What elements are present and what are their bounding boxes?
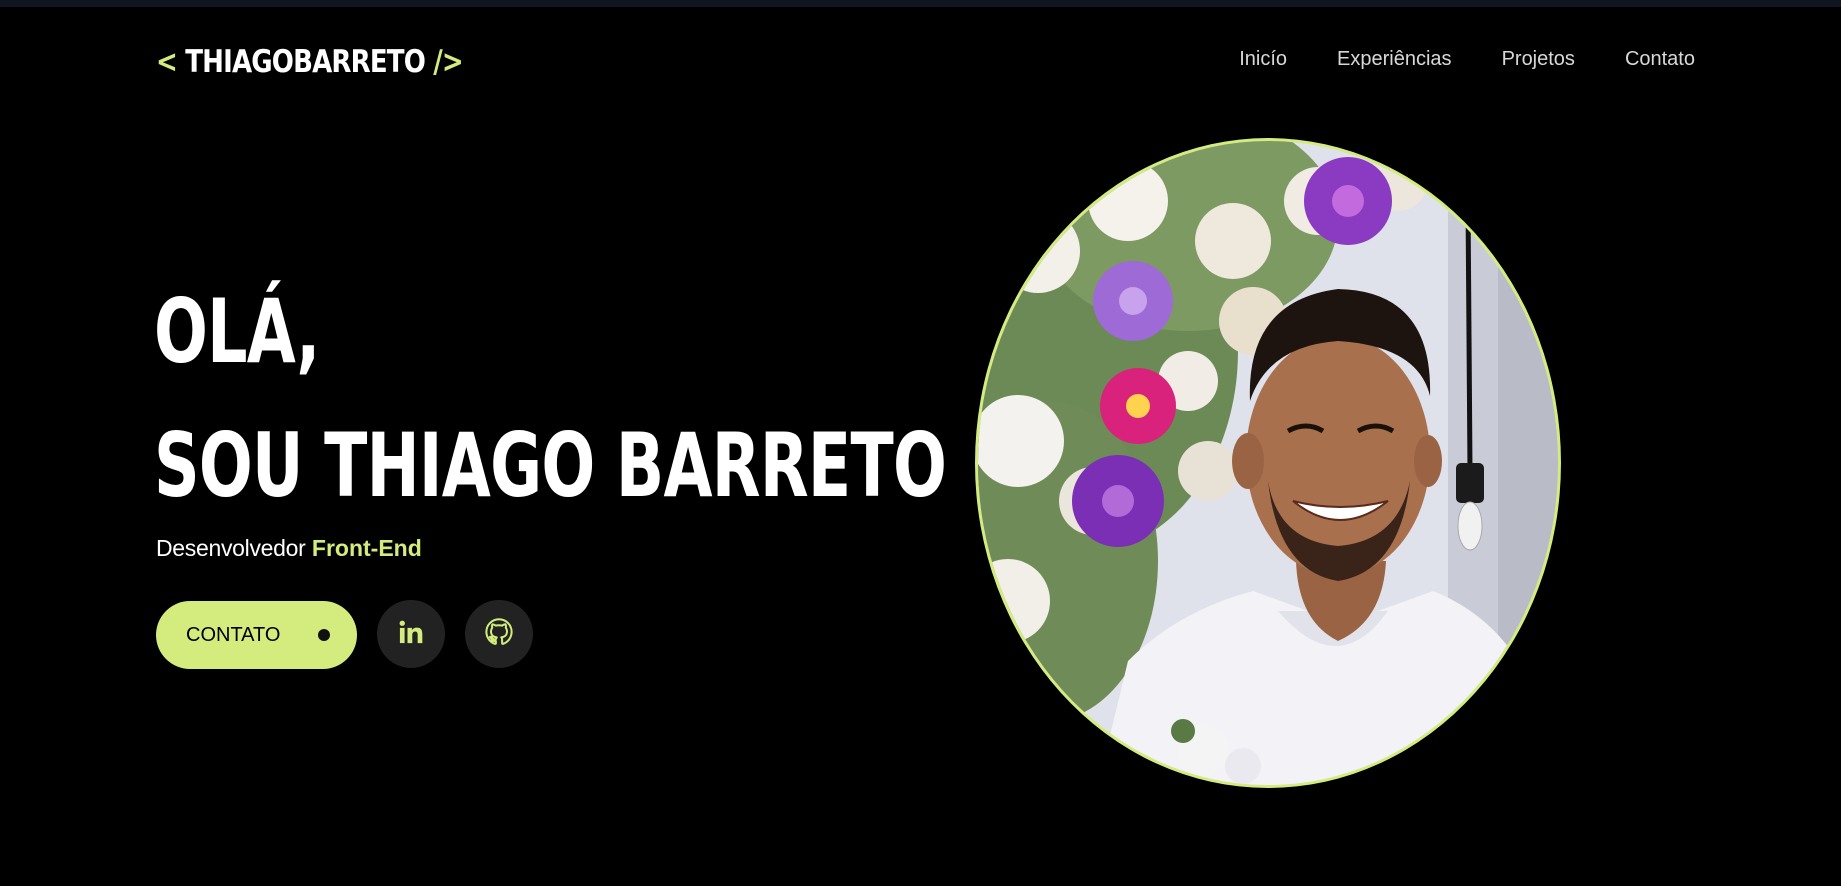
linkedin-icon [397,618,425,651]
logo-close-tag: /> [424,44,464,80]
nav-item-experiencias[interactable]: Experiências [1337,48,1452,71]
nav-item-projetos[interactable]: Projetos [1502,48,1575,71]
main-nav: Inicío Experiências Projetos Contato [1239,48,1695,71]
nav-item-contato[interactable]: Contato [1625,48,1695,71]
logo[interactable]: < THIAGOBARRETO /> [156,40,464,84]
role-highlight: Front-End [311,535,422,561]
hero-intro: SOU THIAGO BARRETO [154,414,947,517]
github-icon [484,617,514,652]
logo-name: THIAGOBARRETO [185,44,426,80]
nav-item-inicio[interactable]: Inicío [1239,48,1287,71]
logo-open-tag: < [156,44,186,80]
profile-photo-illustration [978,141,1558,785]
linkedin-button[interactable] [377,600,445,668]
hero-title: OLÁ, SOU THIAGO BARRETO [154,265,947,533]
hero-greeting: OLÁ, [154,280,320,383]
github-button[interactable] [465,600,533,668]
top-border-strip [0,0,1841,7]
hero-subtitle: Desenvolvedor Front-End [156,535,422,562]
role-prefix: Desenvolvedor [156,535,306,561]
contact-button-dot [318,629,330,641]
contact-button-label: CONTATO [186,623,281,646]
contact-button[interactable]: CONTATO [156,601,357,669]
profile-photo [975,138,1561,788]
